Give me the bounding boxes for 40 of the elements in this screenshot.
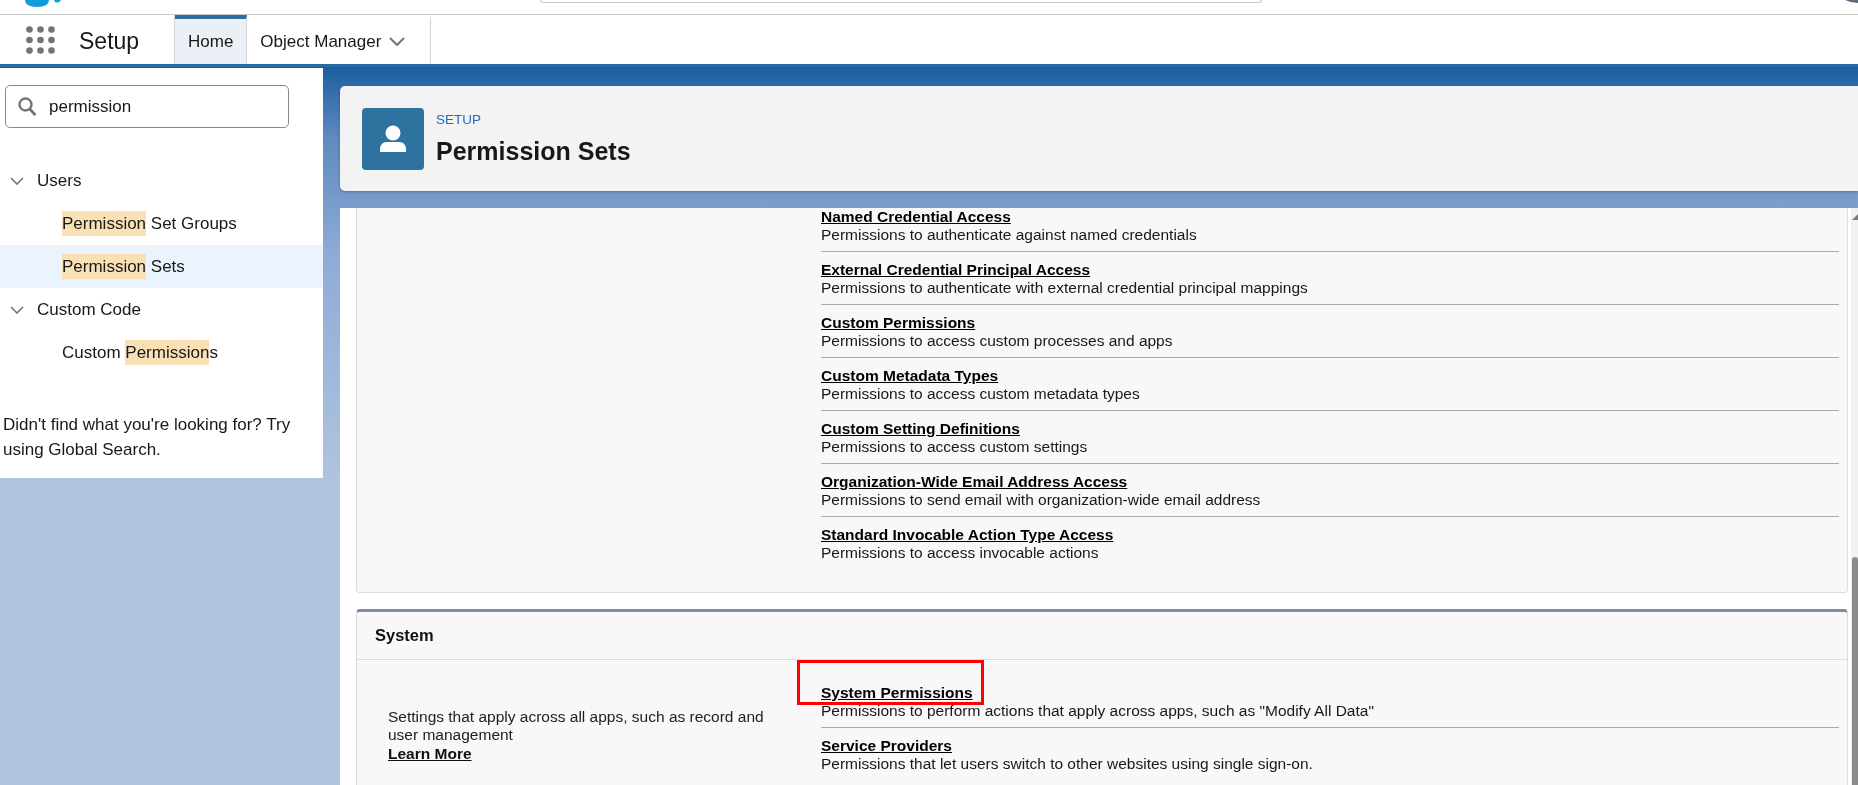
logo-icon[interactable] — [25, 0, 61, 7]
search-field[interactable] — [540, 0, 1262, 3]
search-icon — [18, 97, 36, 116]
user-icon — [362, 107, 424, 170]
permission-link[interactable]: Custom Metadata Types — [821, 367, 999, 385]
app-launcher-icon[interactable] — [26, 25, 55, 54]
permission-description: Permissions to access custom settings — [821, 438, 1088, 456]
permission-link[interactable]: Named Credential Access — [821, 208, 1011, 226]
chevron-down-icon — [10, 176, 24, 185]
tree-item[interactable]: Permission Sets — [0, 245, 323, 288]
app-title: Setup — [79, 26, 140, 55]
search-field[interactable]: permission — [5, 85, 289, 128]
permission-link[interactable]: System Permissions — [821, 684, 973, 702]
permission-link[interactable]: Custom Setting Definitions — [821, 420, 1020, 438]
tree-group-toggle[interactable]: Custom Code — [10, 296, 141, 323]
section-description: Settings that apply across all apps, such as record and user management — [388, 708, 765, 744]
page-title: Permission Sets — [436, 136, 631, 166]
permission-description: Permissions that let users switch to other websites using single sign-on. — [821, 755, 1313, 773]
scroll-up-arrow-icon[interactable] — [1852, 214, 1858, 220]
avatar-icon[interactable] — [1845, 0, 1858, 3]
permission-description: Permissions to send email with organization-wide email address — [821, 491, 1261, 509]
permission-description: Permissions to access invocable actions — [821, 544, 1099, 562]
tree-group-toggle[interactable]: Users — [10, 167, 82, 194]
nav-tab[interactable]: Home — [175, 15, 248, 64]
permission-description: Permissions to perform actions that apply across apps, such as "Modify All Data" — [821, 702, 1374, 720]
permission-description: Permissions to authenticate with external credential principal mappings — [821, 279, 1308, 297]
learn-more-link[interactable]: Learn More — [388, 744, 472, 763]
permission-description: Permissions to authenticate against named credentials — [821, 226, 1197, 244]
permission-link[interactable]: Service Providers — [821, 737, 952, 755]
chevron-down-icon — [10, 305, 24, 314]
breadcrumb-label: SETUP — [436, 111, 481, 129]
permission-link[interactable]: Standard Invocable Action Type Access — [821, 526, 1114, 544]
scrollbar-thumb[interactable] — [1852, 557, 1858, 785]
permission-description: Permissions to access custom metadata types — [821, 385, 1140, 403]
permission-link[interactable]: Organization-Wide Email Address Access — [821, 473, 1128, 491]
section-heading: System — [375, 625, 434, 647]
permission-link[interactable]: External Credential Principal Access — [821, 261, 1091, 279]
help-text: Didn't find what you're looking for? Try using Global Search. — [2, 414, 292, 461]
permission-description: Permissions to access custom processes and apps — [821, 332, 1173, 350]
permission-link[interactable]: Custom Permissions — [821, 314, 976, 332]
